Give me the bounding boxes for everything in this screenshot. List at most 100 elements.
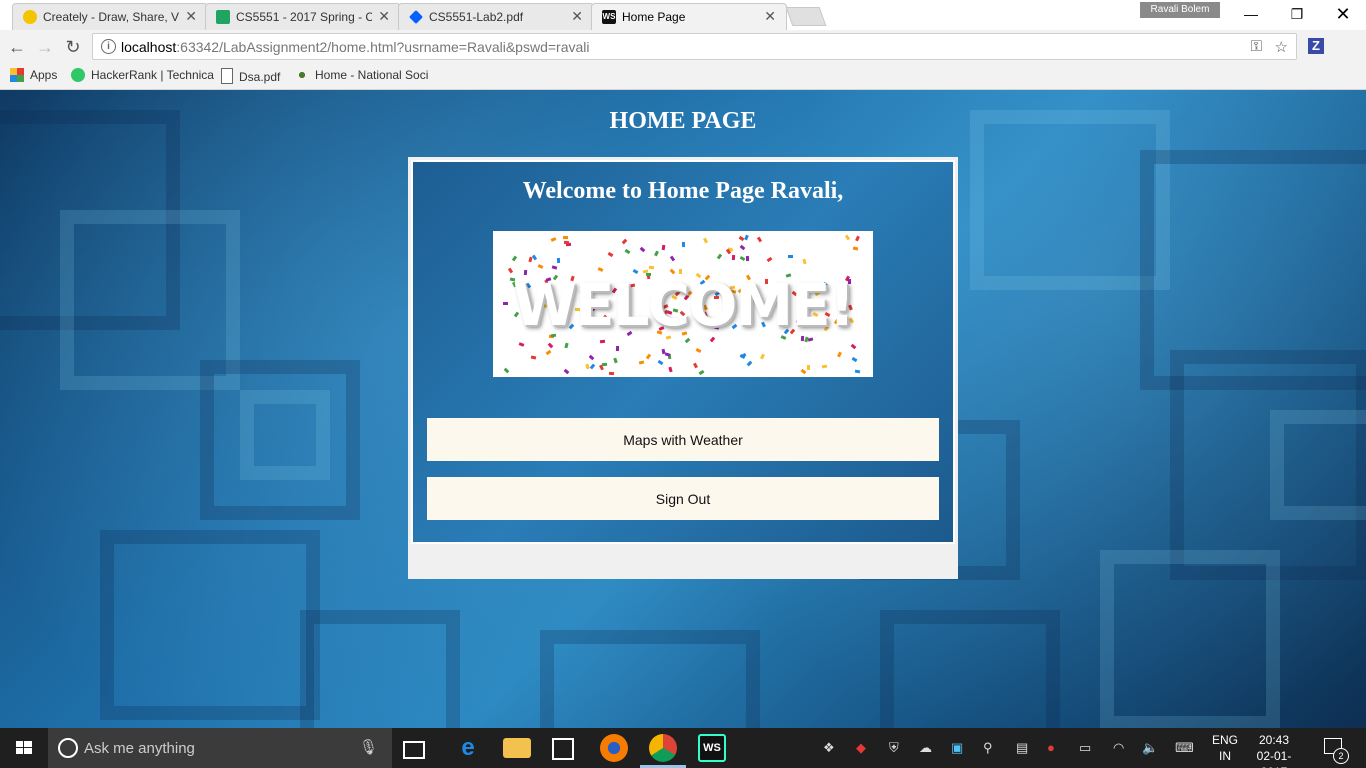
background-square: [240, 390, 330, 480]
webstorm-icon[interactable]: WS: [698, 734, 726, 762]
extension-z-icon[interactable]: Z: [1308, 38, 1324, 54]
language: ENG: [1211, 733, 1238, 747]
document-icon: [221, 68, 233, 84]
star-icon[interactable]: ☆: [1275, 38, 1288, 56]
close-icon[interactable]: ✕: [571, 8, 583, 25]
confetti-piece: [608, 251, 614, 257]
windows-taskbar: Ask me anything 🎙 e WS ❖ ◆ ⛨ ☁ ▣ ⚲ ▤ ● ▭…: [0, 728, 1366, 768]
confetti-piece: [787, 254, 793, 258]
confetti-piece: [613, 358, 618, 364]
background-square: [100, 530, 320, 720]
confetti-piece: [653, 250, 659, 257]
windows-logo-icon: [16, 741, 32, 754]
task-view-icon[interactable]: [403, 741, 425, 759]
bookmark-label: Home - National Soci: [315, 68, 429, 82]
confetti-piece: [547, 342, 554, 349]
volume-icon[interactable]: 🔈: [1142, 740, 1158, 756]
bookmark-dsa[interactable]: Dsa.pdf: [221, 68, 280, 84]
cortana-icon: [58, 738, 78, 758]
cortana-search-box[interactable]: Ask me anything 🎙: [48, 728, 392, 768]
welcome-heading: Welcome to Home Page Ravali,: [522, 178, 844, 204]
language-indicator[interactable]: ENG IN: [1210, 732, 1240, 764]
tab-creately[interactable]: Creately - Draw, Share, V ✕: [12, 3, 208, 30]
close-icon[interactable]: ✕: [378, 8, 390, 25]
onedrive-icon[interactable]: ☁: [919, 740, 932, 756]
tab-home-page[interactable]: WS Home Page ✕: [591, 3, 787, 30]
confetti-piece: [563, 236, 569, 240]
confetti-piece: [621, 238, 628, 245]
confetti-piece: [800, 368, 807, 375]
confetti-piece: [639, 247, 646, 253]
forward-icon[interactable]: →: [34, 36, 56, 58]
confetti-piece: [530, 355, 537, 360]
firefox-icon[interactable]: [600, 734, 628, 762]
background-square: [540, 630, 760, 728]
store-icon[interactable]: [552, 738, 574, 760]
confetti-piece: [518, 342, 524, 347]
keyboard-icon[interactable]: ⌨: [1175, 740, 1194, 756]
window-close-icon[interactable]: ✕: [1320, 0, 1366, 28]
bookmark-nss[interactable]: Home - National Soci: [295, 68, 428, 82]
bookmark-label: Dsa.pdf: [239, 70, 281, 84]
satellite-icon[interactable]: ⚲: [983, 740, 993, 756]
edge-icon[interactable]: e: [454, 734, 482, 762]
confetti-piece: [616, 346, 620, 352]
shield-tray-icon[interactable]: ⛨: [889, 740, 899, 756]
confetti-piece: [638, 360, 645, 365]
tab-sheets[interactable]: CS5551 - 2017 Spring - C ✕: [205, 3, 401, 30]
confetti-piece: [693, 362, 699, 369]
new-tab-button[interactable]: [785, 7, 827, 26]
confetti-piece: [557, 257, 561, 263]
battery-icon[interactable]: ▭: [1079, 740, 1091, 756]
clock[interactable]: 20:43 02-01-2017: [1244, 732, 1304, 768]
confetti-piece: [532, 254, 538, 260]
bookmark-apps[interactable]: Apps: [10, 68, 57, 82]
key-icon[interactable]: ⚿: [1251, 38, 1262, 55]
profile-name[interactable]: Ravali Bolem: [1140, 2, 1220, 18]
tab-title: CS5551-Lab2.pdf: [429, 10, 524, 24]
sign-out-button[interactable]: Sign Out: [427, 477, 939, 520]
dropbox-tray-icon[interactable]: ❖: [823, 740, 835, 756]
lock-tray-icon[interactable]: ▤: [1016, 740, 1028, 756]
maps-with-weather-button[interactable]: Maps with Weather: [427, 418, 939, 461]
confetti-piece: [854, 369, 860, 374]
page-title: HOME PAGE: [609, 108, 757, 134]
wifi-icon[interactable]: ◠: [1113, 740, 1124, 756]
url-host: localhost: [121, 39, 177, 55]
tab-pdf[interactable]: CS5551-Lab2.pdf ✕: [398, 3, 594, 30]
tray-app-icon[interactable]: ◆: [856, 740, 866, 756]
region: IN: [1219, 749, 1231, 763]
tab-title: Home Page: [622, 10, 686, 24]
confetti-piece: [746, 361, 753, 367]
start-button[interactable]: [0, 728, 48, 768]
antivirus-icon[interactable]: ●: [1047, 740, 1055, 755]
background-square: [300, 610, 460, 728]
address-bar[interactable]: i localhost:63342/LabAssignment2/home.ht…: [92, 33, 1297, 60]
browser-toolbar: ← → ↻ i localhost:63342/LabAssignment2/h…: [0, 30, 1366, 87]
confetti-piece: [588, 354, 595, 361]
confetti-piece: [759, 353, 765, 360]
microphone-icon[interactable]: 🎙: [359, 738, 378, 756]
confetti-piece: [702, 237, 708, 244]
back-icon[interactable]: ←: [6, 36, 28, 58]
confetti-piece: [855, 235, 861, 242]
tab-strip: Creately - Draw, Share, V ✕ CS5551 - 201…: [0, 0, 1366, 30]
confetti-piece: [806, 364, 810, 370]
reload-icon[interactable]: ↻: [62, 36, 84, 58]
confetti-piece: [745, 256, 750, 262]
bookmark-hackerrank[interactable]: HackerRank | Technica: [71, 68, 214, 82]
confetti-piece: [624, 249, 631, 255]
info-icon[interactable]: i: [101, 39, 116, 54]
restore-icon[interactable]: ❐: [1274, 0, 1320, 28]
minimize-icon[interactable]: —: [1228, 0, 1274, 28]
confetti-piece: [608, 371, 615, 375]
tab-title: CS5551 - 2017 Spring - C: [236, 10, 372, 24]
confetti-piece: [551, 265, 558, 271]
close-icon[interactable]: ✕: [185, 8, 197, 25]
close-icon[interactable]: ✕: [764, 8, 776, 25]
chrome-icon[interactable]: [649, 734, 677, 762]
confetti-piece: [852, 246, 859, 251]
tray-monitor-icon[interactable]: ▣: [951, 740, 963, 756]
file-explorer-icon[interactable]: [503, 738, 531, 758]
url-text[interactable]: localhost:63342/LabAssignment2/home.html…: [121, 39, 590, 55]
